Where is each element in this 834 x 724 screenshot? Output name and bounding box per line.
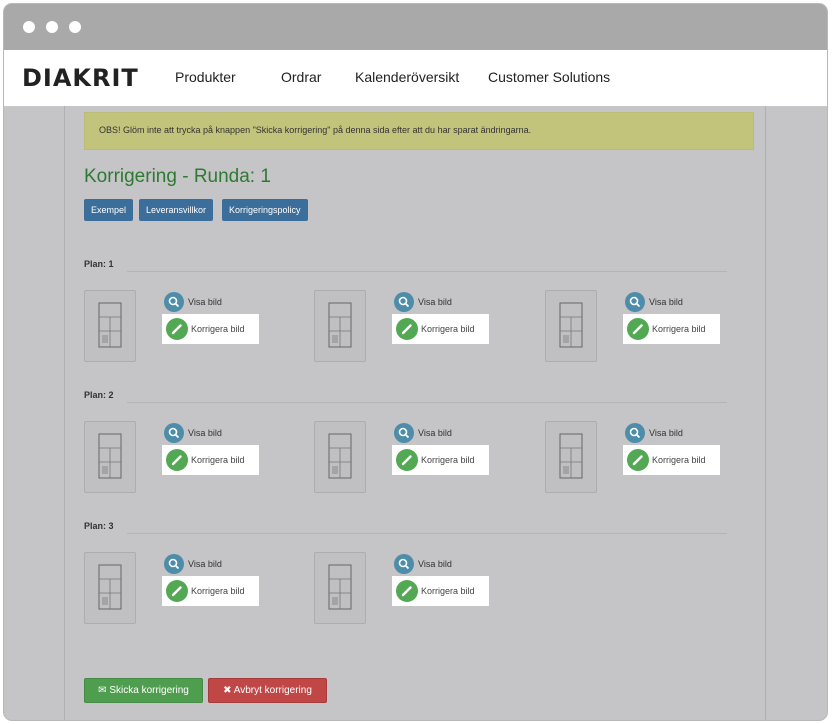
envelope-icon: ✉ — [98, 685, 107, 696]
tab-leveransvillkor[interactable]: Leveransvillkor — [139, 199, 214, 221]
window-dot-icon[interactable] — [69, 21, 81, 33]
view-image-label: Visa bild — [649, 297, 683, 307]
main-content: OBS! Glöm inte att trycka på knappen "Sk… — [64, 106, 766, 720]
pencil-icon — [627, 449, 649, 471]
edit-image-button[interactable]: Korrigera bild — [623, 314, 720, 344]
edit-image-label: Korrigera bild — [191, 455, 245, 465]
edit-image-button[interactable]: Korrigera bild — [392, 445, 489, 475]
pencil-icon — [166, 318, 188, 340]
edit-image-label: Korrigera bild — [421, 586, 475, 596]
submit-label: Skicka korrigering — [109, 685, 189, 696]
close-icon: ✖ — [223, 685, 232, 696]
edit-image-button[interactable]: Korrigera bild — [392, 314, 489, 344]
pencil-icon — [627, 318, 649, 340]
plan-divider — [127, 533, 727, 534]
search-icon — [625, 423, 645, 443]
tab-exempel[interactable]: Exempel — [84, 199, 134, 221]
view-image-label: Visa bild — [188, 559, 222, 569]
floor-plan-thumbnail[interactable] — [84, 552, 136, 624]
edit-image-label: Korrigera bild — [652, 324, 706, 334]
logo[interactable]: DIAKRIT — [22, 64, 139, 92]
search-icon — [625, 292, 645, 312]
nav-item-kalender[interactable]: Kalenderöversikt — [355, 69, 459, 85]
submit-correction-button[interactable]: ✉ Skicka korrigering — [84, 678, 203, 703]
nav-item-customer-solutions[interactable]: Customer Solutions — [488, 69, 610, 85]
plan-divider — [127, 402, 727, 403]
edit-image-button[interactable]: Korrigera bild — [162, 314, 259, 344]
floor-plan-thumbnail[interactable] — [545, 421, 597, 493]
edit-image-label: Korrigera bild — [191, 324, 245, 334]
browser-window: DIAKRIT Produkter Ordrar Kalenderöversik… — [4, 4, 827, 720]
plan-divider — [127, 271, 727, 272]
edit-image-button[interactable]: Korrigera bild — [623, 445, 720, 475]
window-dot-icon[interactable] — [23, 21, 35, 33]
search-icon — [164, 423, 184, 443]
view-image-label: Visa bild — [418, 559, 452, 569]
tab-korrigeringspolicy[interactable]: Korrigeringspolicy — [222, 199, 308, 221]
floor-plan-thumbnail[interactable] — [314, 552, 366, 624]
search-icon — [164, 554, 184, 574]
edit-image-label: Korrigera bild — [421, 324, 475, 334]
alert-text: OBS! Glöm inte att trycka på knappen "Sk… — [99, 125, 532, 135]
floor-plan-thumbnail[interactable] — [314, 290, 366, 362]
view-image-label: Visa bild — [188, 297, 222, 307]
plan-label: Plan: 3 — [84, 521, 114, 531]
nav-item-produkter[interactable]: Produkter — [175, 69, 236, 85]
cancel-correction-button[interactable]: ✖ Avbryt korrigering — [208, 678, 327, 703]
page-title: Korrigering - Runda: 1 — [84, 166, 271, 187]
pencil-icon — [166, 580, 188, 602]
cancel-label: Avbryt korrigering — [233, 685, 312, 696]
search-icon — [394, 423, 414, 443]
view-image-label: Visa bild — [418, 428, 452, 438]
search-icon — [394, 292, 414, 312]
floor-plan-thumbnail[interactable] — [84, 290, 136, 362]
nav-item-ordrar[interactable]: Ordrar — [281, 69, 321, 85]
floor-plan-thumbnail[interactable] — [545, 290, 597, 362]
edit-image-label: Korrigera bild — [421, 455, 475, 465]
view-image-label: Visa bild — [188, 428, 222, 438]
view-image-label: Visa bild — [418, 297, 452, 307]
search-icon — [164, 292, 184, 312]
edit-image-label: Korrigera bild — [652, 455, 706, 465]
notice-alert: OBS! Glöm inte att trycka på knappen "Sk… — [84, 112, 754, 150]
search-icon — [394, 554, 414, 574]
floor-plan-thumbnail[interactable] — [314, 421, 366, 493]
top-navbar: DIAKRIT Produkter Ordrar Kalenderöversik… — [4, 50, 827, 107]
pencil-icon — [396, 449, 418, 471]
edit-image-button[interactable]: Korrigera bild — [162, 445, 259, 475]
floor-plan-thumbnail[interactable] — [84, 421, 136, 493]
edit-image-label: Korrigera bild — [191, 586, 245, 596]
edit-image-button[interactable]: Korrigera bild — [392, 576, 489, 606]
view-image-label: Visa bild — [649, 428, 683, 438]
plan-label: Plan: 2 — [84, 390, 114, 400]
pencil-icon — [396, 318, 418, 340]
edit-image-button[interactable]: Korrigera bild — [162, 576, 259, 606]
pencil-icon — [396, 580, 418, 602]
pencil-icon — [166, 449, 188, 471]
window-dot-icon[interactable] — [46, 21, 58, 33]
plan-label: Plan: 1 — [84, 259, 114, 269]
title-bar — [4, 4, 827, 50]
